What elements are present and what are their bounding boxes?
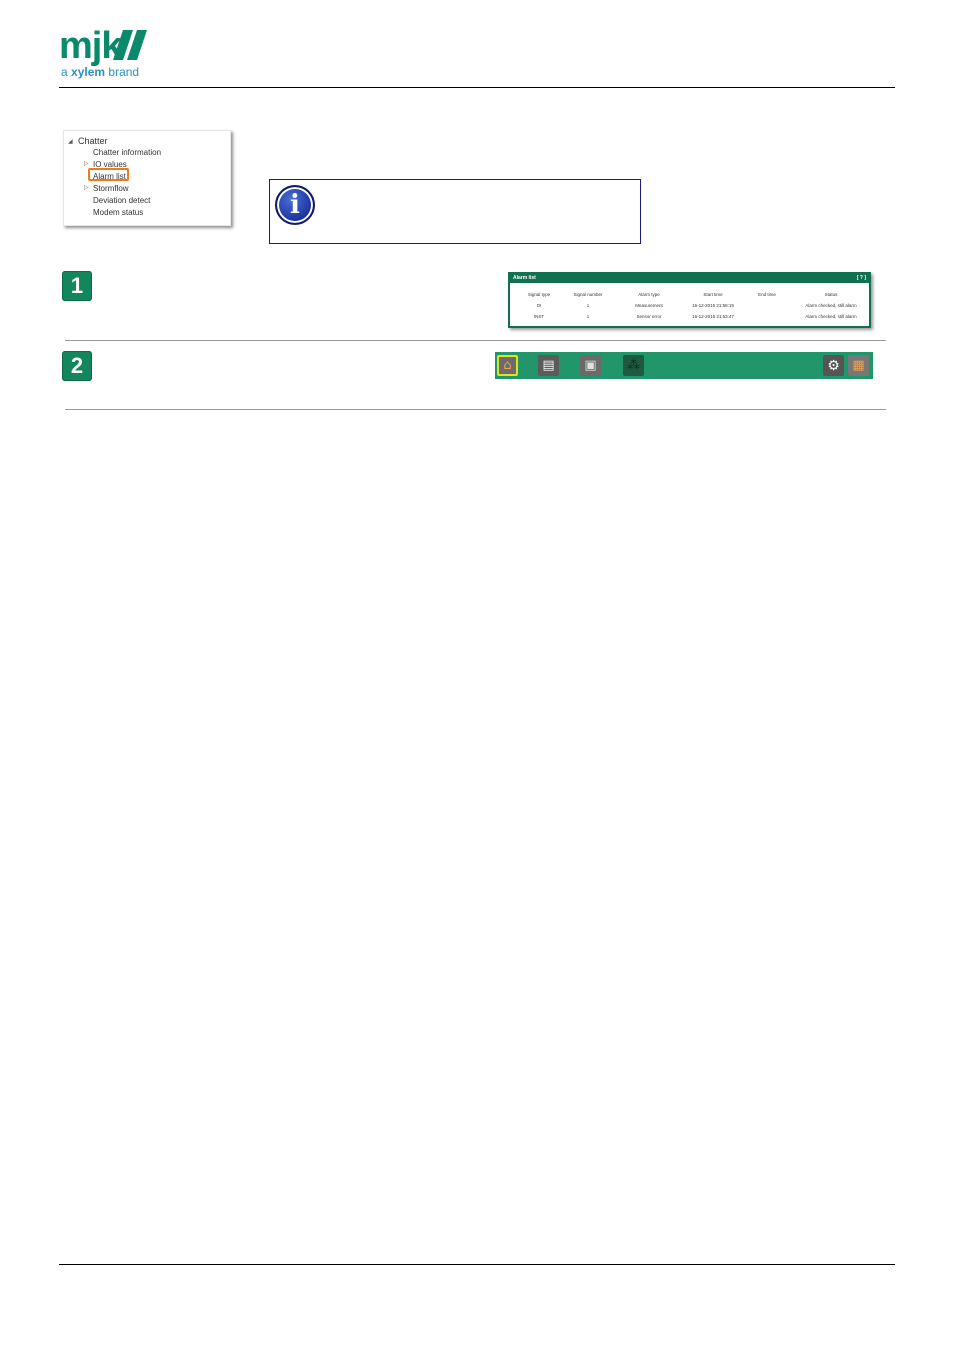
table-cell: Alarm checked, still alarm [805, 303, 857, 308]
info-note-box: i [269, 179, 641, 244]
window-controls[interactable]: [ ? ] [857, 274, 866, 283]
brand-tagline: a xylem brand [61, 65, 140, 79]
network-icon[interactable]: ⁂ [623, 355, 644, 376]
tree-item-deviation-detect[interactable]: Deviation detect [93, 196, 150, 205]
alarm-table: Signal type Signal number Alarm type Sta… [510, 292, 869, 325]
column-header[interactable]: Start time [683, 292, 743, 297]
step-badge-2: 2 [62, 351, 92, 381]
expand-triangle-icon[interactable]: ◢ [68, 138, 73, 145]
tree-item-chatter-information[interactable]: Chatter information [93, 148, 161, 157]
alarm-list-window: Alarm list [ ? ] Signal type Signal numb… [508, 272, 871, 328]
tree-item-modem-status[interactable]: Modem status [93, 208, 143, 217]
table-cell: 1 [586, 303, 590, 308]
alarm-table-header: Signal type Signal number Alarm type Sta… [510, 292, 869, 303]
table-cell: 16-12-2015 21:53:47 [692, 314, 734, 319]
table-cell: 16-12-2015 21:58:19 [692, 303, 734, 308]
brand-slash-mark [113, 30, 147, 60]
table-row[interactable]: INST 1 Sensor error 16-12-2015 21:53:47 … [510, 314, 869, 325]
column-header[interactable]: Alarm type [619, 292, 679, 297]
gear-icon[interactable]: ⚙ [823, 355, 844, 376]
table-row[interactable]: DI 1 Measurement 16-12-2015 21:58:19 Ala… [510, 303, 869, 314]
step-badge-1: 1 [62, 271, 92, 301]
table-cell: Measurement [635, 303, 663, 308]
alarm-list-titlebar: Alarm list [ ? ] [510, 274, 869, 283]
app-toolbar: ⌂ ▤ ▣ ⁂ ⚙ ▦ [495, 352, 873, 379]
tree-item-alarm-list[interactable]: Alarm list [93, 172, 126, 181]
table-cell: Sensor error [636, 314, 662, 319]
navigation-tree: ◢ Chatter Chatter information ▷ IO value… [63, 130, 231, 226]
table-cell: Alarm checked, still alarm [805, 314, 857, 319]
info-icon: i [275, 185, 315, 225]
expand-arrow-icon[interactable]: ▷ [84, 160, 89, 167]
notes-icon[interactable]: ▤ [538, 355, 559, 376]
tree-root-chatter[interactable]: Chatter [78, 136, 108, 146]
alarm-list-title: Alarm list [513, 275, 536, 281]
profile-icon[interactable]: ▦ [848, 355, 869, 376]
header-divider [59, 87, 895, 88]
home-icon[interactable]: ⌂ [497, 355, 518, 376]
expand-arrow-icon[interactable]: ▷ [84, 184, 89, 191]
step-divider [65, 340, 886, 341]
table-cell: 1 [586, 314, 590, 319]
step-divider [65, 409, 886, 410]
column-header[interactable]: Status [801, 292, 861, 297]
devices-icon[interactable]: ▣ [580, 355, 601, 376]
column-header[interactable]: Signal number [558, 292, 618, 297]
footer-divider [59, 1264, 895, 1265]
tree-item-stormflow[interactable]: Stormflow [93, 184, 129, 193]
column-header[interactable]: End time [737, 292, 797, 297]
